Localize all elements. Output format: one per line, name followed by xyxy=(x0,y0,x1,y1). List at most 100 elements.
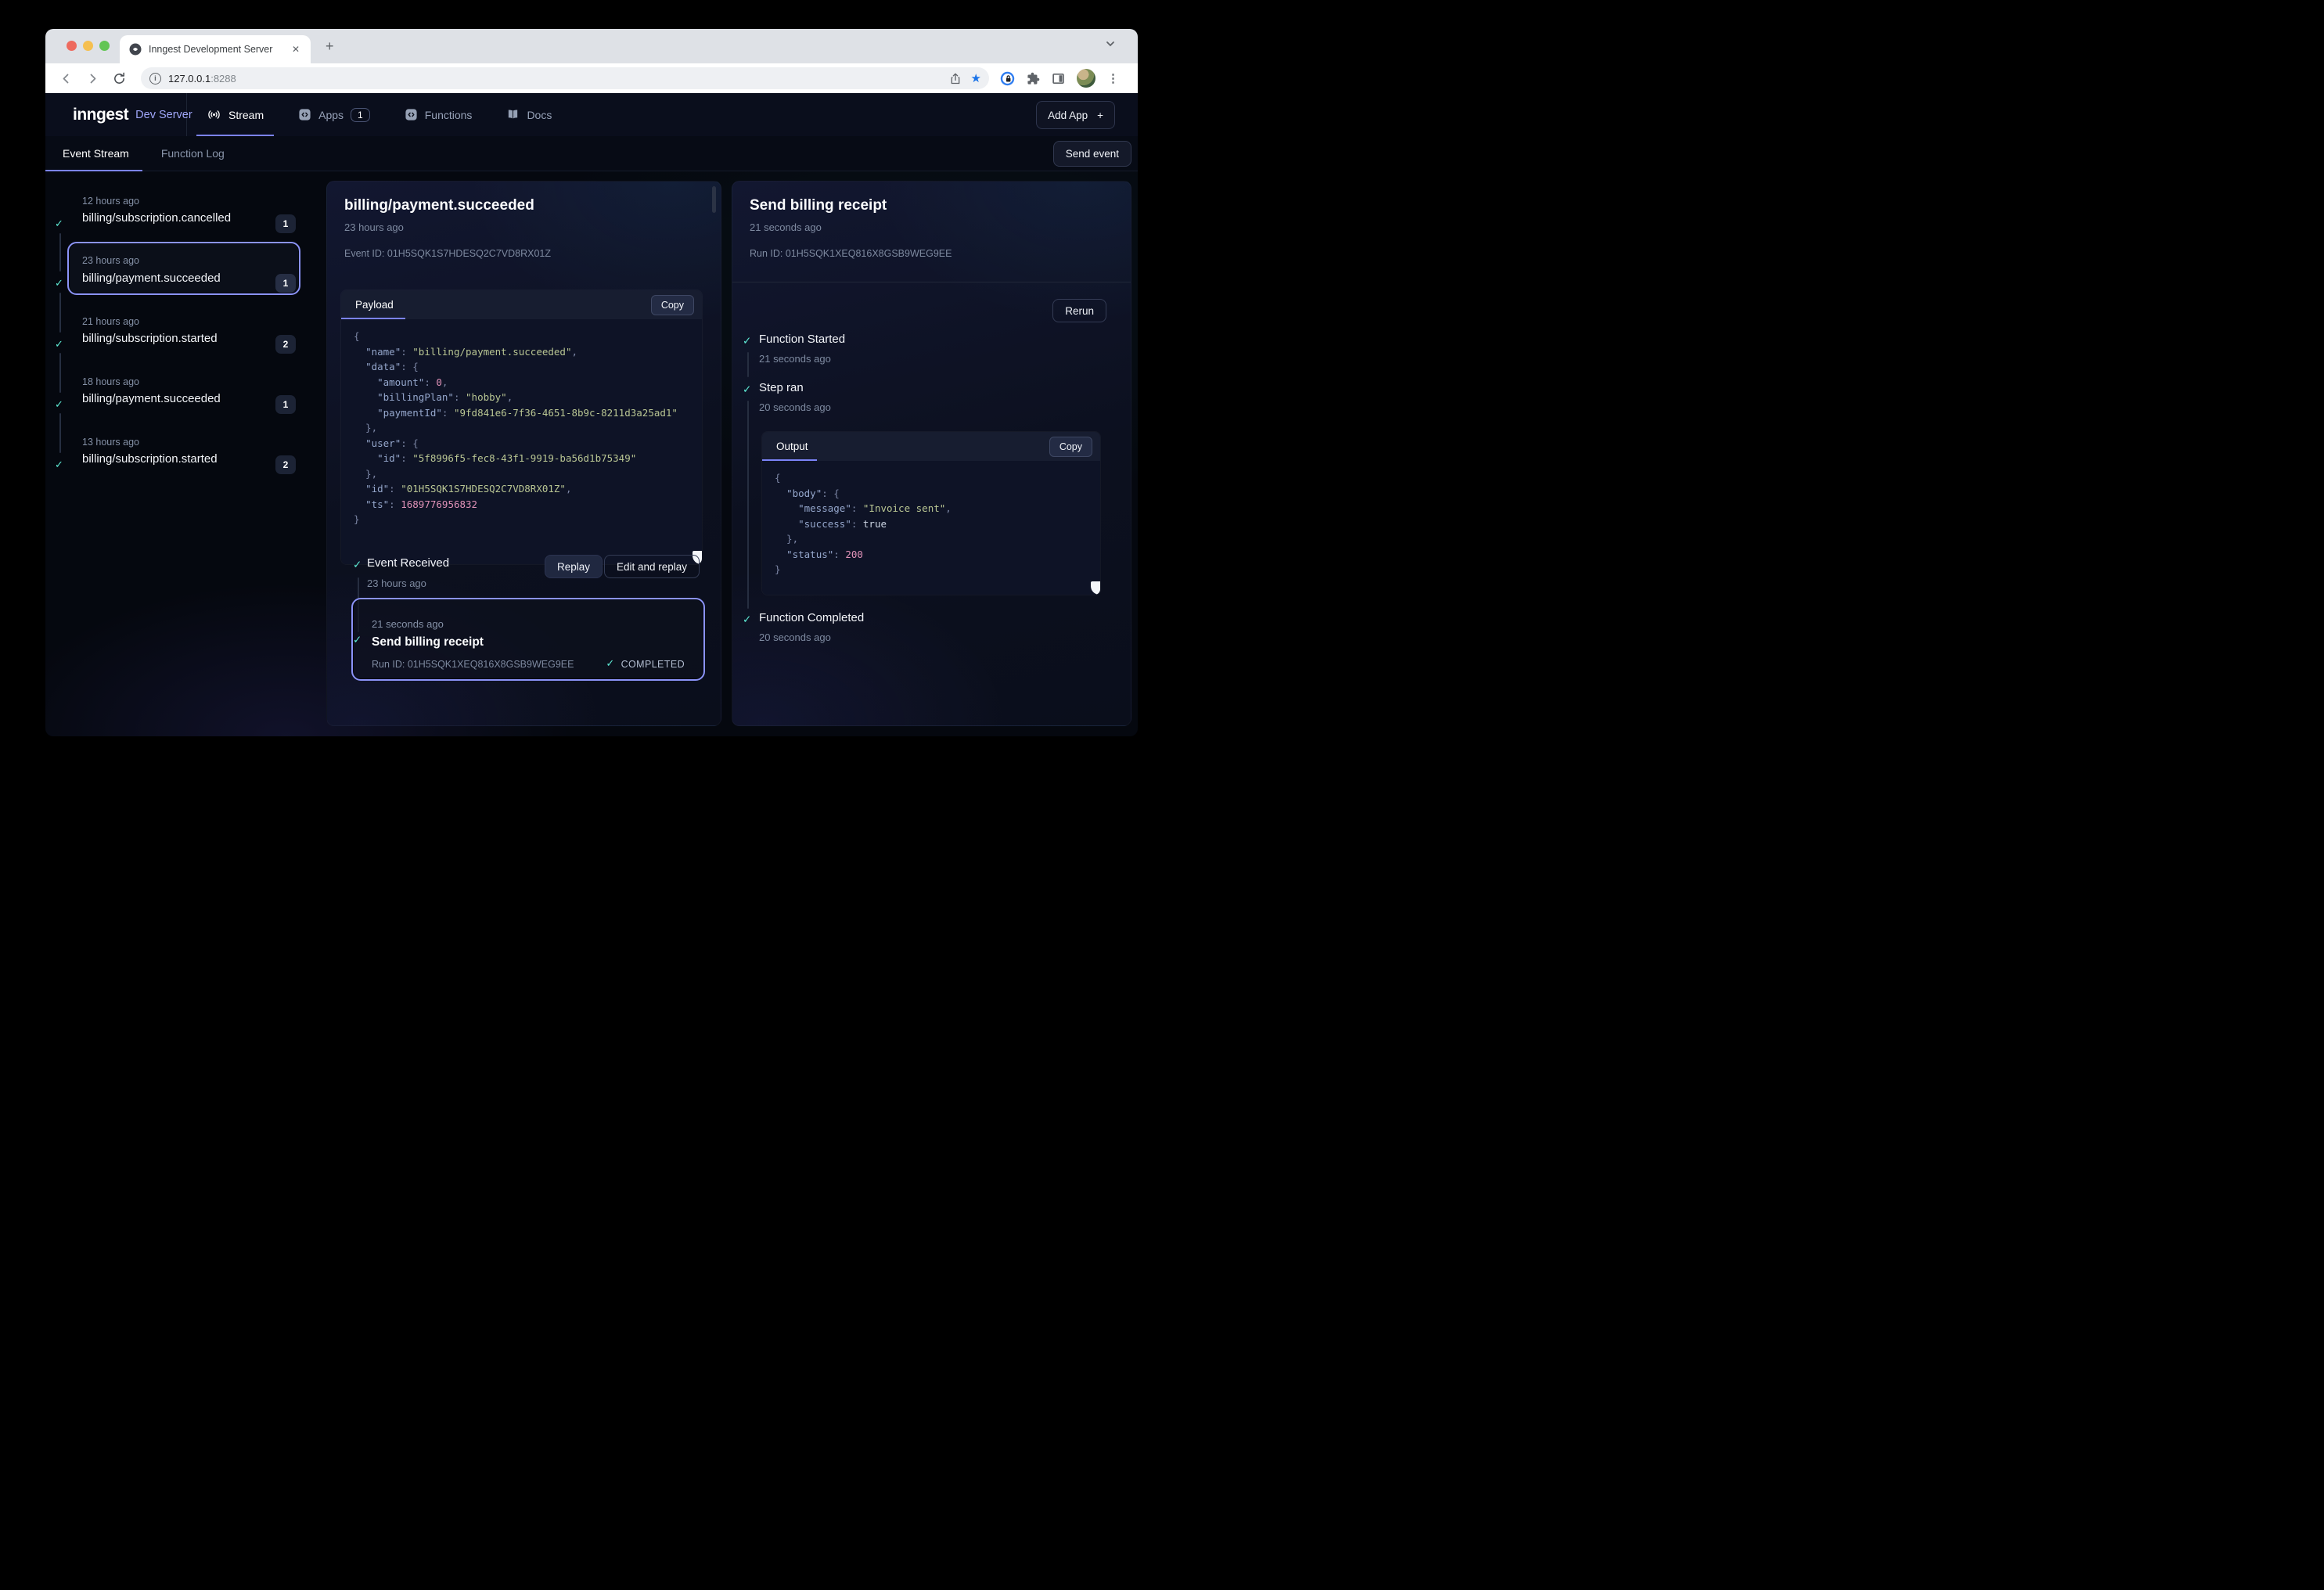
apps-count-badge: 1 xyxy=(351,108,370,122)
tab-event-stream[interactable]: Event Stream xyxy=(45,136,129,171)
event-detail-panel: billing/payment.succeeded 23 hours ago E… xyxy=(326,181,721,726)
event-name[interactable]: billing/payment.succeeded xyxy=(82,272,221,285)
macos-close-button[interactable] xyxy=(67,41,77,51)
broadcast-icon xyxy=(207,107,221,122)
event-time: 21 hours ago xyxy=(82,316,139,327)
nav-label: Stream xyxy=(228,109,264,121)
event-count-badge: 1 xyxy=(275,395,296,414)
tab-search-chevron-icon[interactable] xyxy=(1105,38,1116,49)
screenshot-stage: Inngest Development Server ✕ + i 127.0.0… xyxy=(0,0,1162,795)
payload-header: Payload Copy xyxy=(341,290,702,319)
event-detail-title: billing/payment.succeeded xyxy=(344,197,534,214)
logo-zone: inngest Dev Server xyxy=(45,93,187,136)
event-name[interactable]: billing/subscription.started xyxy=(82,452,218,466)
event-time: 13 hours ago xyxy=(82,437,139,448)
nav-item-stream[interactable]: Stream xyxy=(207,93,264,136)
function-run-card[interactable]: 21 seconds ago Send billing receipt Run … xyxy=(351,598,705,681)
timeline-connector xyxy=(59,353,61,393)
browser-toolbar: i 127.0.0.1:8288 ★ ⋮ xyxy=(45,63,1138,93)
macos-minimize-button[interactable] xyxy=(83,41,93,51)
reload-icon[interactable] xyxy=(111,70,127,86)
check-icon: ✓ xyxy=(55,278,67,290)
nav-label: Functions xyxy=(425,109,473,121)
env-label: Dev Server xyxy=(135,109,192,121)
nav-item-docs[interactable]: Docs xyxy=(506,93,552,136)
tab-output[interactable]: Output xyxy=(776,441,808,452)
timeline-connector xyxy=(59,293,61,333)
nav-item-functions[interactable]: Functions xyxy=(405,93,473,136)
rerun-button[interactable]: Rerun xyxy=(1052,299,1106,322)
event-count-badge: 2 xyxy=(275,455,296,474)
copy-payload-button[interactable]: Copy xyxy=(651,295,694,315)
run-detail-panel: Send billing receipt 21 seconds ago Run … xyxy=(732,181,1131,726)
copy-output-button[interactable]: Copy xyxy=(1049,437,1092,457)
check-icon: ✓ xyxy=(743,383,755,396)
plus-icon: + xyxy=(1097,110,1103,121)
forward-icon[interactable] xyxy=(85,70,100,86)
check-icon: ✓ xyxy=(55,339,67,351)
run-detail-title: Send billing receipt xyxy=(750,197,887,214)
event-count-badge: 1 xyxy=(275,274,296,293)
site-info-icon[interactable]: i xyxy=(149,73,161,85)
check-icon: ✓ xyxy=(743,335,755,347)
browser-tab[interactable]: Inngest Development Server ✕ xyxy=(120,35,311,63)
step-label: Function Started xyxy=(759,333,845,346)
event-time: 18 hours ago xyxy=(82,376,139,387)
event-name[interactable]: billing/payment.succeeded xyxy=(82,392,221,405)
nav-label: Docs xyxy=(527,109,552,121)
scrollbar-thumb[interactable] xyxy=(712,186,716,213)
selected-event-card-border xyxy=(67,242,300,295)
timeline-connector xyxy=(59,413,61,453)
browser-menu-icon[interactable]: ⋮ xyxy=(1107,71,1119,85)
nav-item-apps[interactable]: Apps 1 xyxy=(298,93,370,136)
tab-close-icon[interactable]: ✕ xyxy=(289,42,303,56)
code-square-icon xyxy=(405,108,418,121)
timeline-connector xyxy=(747,352,749,377)
check-icon: ✓ xyxy=(55,218,67,230)
step-time: 20 seconds ago xyxy=(759,631,831,643)
send-event-button[interactable]: Send event xyxy=(1053,141,1131,167)
event-name[interactable]: billing/subscription.cancelled xyxy=(82,211,231,225)
favicon-inngest-icon xyxy=(129,43,142,56)
new-tab-button[interactable]: + xyxy=(321,37,339,56)
run-card-time: 21 seconds ago xyxy=(372,618,444,630)
url-bar[interactable]: i 127.0.0.1:8288 ★ xyxy=(141,67,989,89)
profile-avatar[interactable] xyxy=(1077,69,1095,88)
macos-fullscreen-button[interactable] xyxy=(99,41,110,51)
event-time: 12 hours ago xyxy=(82,196,139,207)
back-icon[interactable] xyxy=(58,70,74,86)
event-detail-time: 23 hours ago xyxy=(344,221,404,233)
check-icon: ✓ xyxy=(353,634,365,646)
tab-function-log[interactable]: Function Log xyxy=(161,136,225,171)
payload-json[interactable]: { "name": "billing/payment.succeeded", "… xyxy=(341,319,702,564)
edit-and-replay-button[interactable]: Edit and replay xyxy=(604,555,700,578)
inngest-dev-server-app: inngest Dev Server Stream Apps 1 xyxy=(45,93,1138,736)
replay-button[interactable]: Replay xyxy=(545,555,603,578)
event-name[interactable]: billing/subscription.started xyxy=(82,332,218,345)
event-received-time: 23 hours ago xyxy=(367,577,426,589)
check-icon: ✓ xyxy=(743,613,755,626)
share-icon[interactable] xyxy=(949,72,962,85)
add-app-button[interactable]: Add App+ xyxy=(1036,101,1115,129)
extensions-puzzle-icon[interactable] xyxy=(1027,72,1040,85)
event-count-badge: 1 xyxy=(275,214,296,233)
bookmark-star-icon[interactable]: ★ xyxy=(971,71,981,85)
side-panel-icon[interactable] xyxy=(1052,72,1065,85)
timeline-connector xyxy=(747,401,749,609)
event-count-badge: 2 xyxy=(275,335,296,354)
password-manager-icon[interactable] xyxy=(1000,71,1015,86)
step-label: Step ran xyxy=(759,381,804,394)
url-text[interactable]: 127.0.0.1:8288 xyxy=(168,73,940,85)
output-json[interactable]: { "body": { "message": "Invoice sent", "… xyxy=(762,461,1100,595)
run-detail-time: 21 seconds ago xyxy=(750,221,822,233)
check-icon: ✓ xyxy=(353,559,365,571)
nav-items: Stream Apps 1 Functions xyxy=(207,93,552,136)
step-label: Function Completed xyxy=(759,611,864,624)
run-card-name: Send billing receipt xyxy=(372,635,484,649)
timeline-connector xyxy=(59,233,61,272)
step-time: 20 seconds ago xyxy=(759,401,831,413)
book-icon xyxy=(506,108,520,121)
output-box: Output Copy { "body": { "message": "Invo… xyxy=(761,431,1101,595)
tab-payload[interactable]: Payload xyxy=(355,299,394,311)
event-id: Event ID: 01H5SQK1S7HDESQ2C7VD8RX01Z xyxy=(344,248,551,259)
